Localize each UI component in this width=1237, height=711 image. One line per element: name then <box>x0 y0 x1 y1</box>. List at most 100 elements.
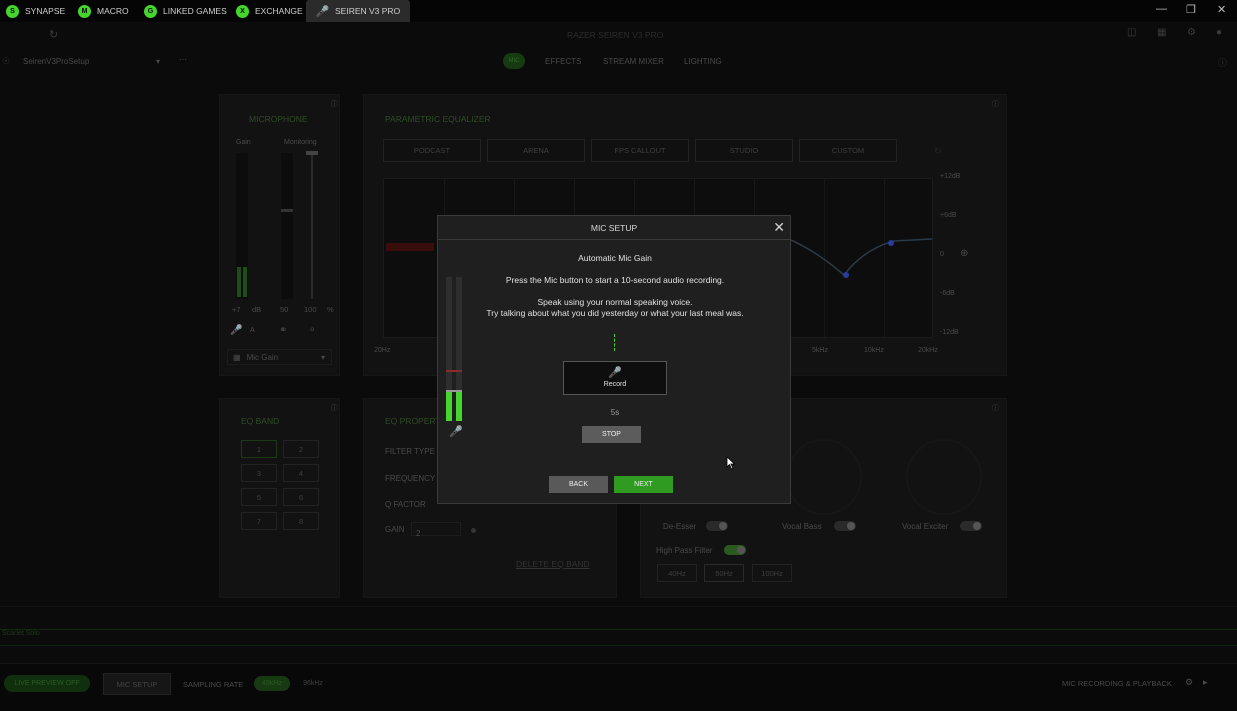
subnav-mic[interactable]: MIC <box>503 53 525 69</box>
tab-exchange[interactable]: X EXCHANGE <box>232 0 303 22</box>
mix-unit: % <box>327 305 334 314</box>
stop-button[interactable]: STOP <box>582 426 641 443</box>
tab-macro[interactable]: M MACRO <box>74 0 129 22</box>
mix-slider[interactable] <box>311 153 313 299</box>
reset-icon[interactable]: ↻ <box>934 146 942 157</box>
close-icon[interactable]: ✕ <box>773 220 785 234</box>
restore-icon[interactable]: ❐ <box>1186 3 1196 16</box>
chevron-down-icon[interactable]: ▾ <box>156 57 160 66</box>
user-avatar[interactable]: ● <box>1216 27 1222 38</box>
tip-text-1: Speak using your normal speaking voice. <box>537 297 693 307</box>
subnav-effects[interactable]: EFFECTS <box>545 57 581 66</box>
gain-level-left <box>237 267 241 297</box>
countdown-text: 5s <box>610 408 620 417</box>
eq-band-5[interactable]: 5 <box>241 488 277 506</box>
monitoring-slider[interactable] <box>281 153 293 299</box>
microphone-panel: MICROPHONE Gain Monitoring +7 dB 50 100 … <box>219 94 340 376</box>
eq-band-6[interactable]: 6 <box>283 488 319 506</box>
dialog-title: MIC SETUP <box>590 222 638 233</box>
hp-option-40hz[interactable]: 40Hz <box>657 564 697 582</box>
help-icon[interactable]: ⓘ <box>1218 56 1227 69</box>
subnav-lighting[interactable]: LIGHTING <box>684 57 722 66</box>
info-icon[interactable]: ⓘ <box>331 403 338 413</box>
eq-title: PARAMETRIC EQUALIZER <box>385 114 491 124</box>
info-icon[interactable]: ⓘ <box>992 403 999 413</box>
vocal-exciter-toggle[interactable] <box>960 521 982 531</box>
device-icon: ☉ <box>2 56 11 66</box>
eq-band-8[interactable]: 8 <box>283 512 319 530</box>
headphones-icon[interactable]: ⚭ <box>279 325 287 336</box>
vocal-bass-toggle[interactable] <box>834 521 856 531</box>
eq-band-4[interactable]: 4 <box>283 464 319 482</box>
vocal-bass-label: Vocal Bass <box>782 522 822 531</box>
mix-slider-handle[interactable] <box>306 151 318 155</box>
apps-grid-icon[interactable]: ▦ <box>1157 27 1166 38</box>
next-button[interactable]: NEXT <box>614 476 673 493</box>
refresh-icon[interactable]: ↻ <box>49 28 58 41</box>
preset-studio[interactable]: STUDIO <box>695 139 793 162</box>
close-window-icon[interactable]: ✕ <box>1217 3 1226 16</box>
tab-label: SYNAPSE <box>25 6 66 16</box>
mic-recording-playback-label: MIC RECORDING & PLAYBACK <box>1062 679 1172 688</box>
eq-band-7[interactable]: 7 <box>241 512 277 530</box>
preset-custom[interactable]: CUSTOM <box>799 139 897 162</box>
preset-fps-callout[interactable]: FPS CALLOUT <box>591 139 689 162</box>
eq-band-1[interactable]: 1 <box>241 440 277 458</box>
settings-icon[interactable]: ⚙ <box>1187 27 1196 38</box>
macro-icon: M <box>78 4 91 18</box>
mic-mute-icon[interactable]: 🎤 <box>230 325 242 336</box>
db-label-plus12: +12dB <box>940 173 961 180</box>
waveform-strip: Scarlet Solo <box>0 606 1237 662</box>
high-pass-toggle[interactable] <box>724 545 746 555</box>
microphone-icon: 🎤 <box>449 426 463 438</box>
record-button[interactable]: 🎤 Record <box>563 361 667 395</box>
back-button[interactable]: BACK <box>549 476 608 493</box>
gain-mode-dropdown[interactable]: ▦ Mic Gain ▾ <box>227 349 332 365</box>
hp-option-100hz[interactable]: 100Hz <box>752 564 792 582</box>
preset-podcast[interactable]: PODCAST <box>383 139 481 162</box>
db-label-minus6: -6dB <box>940 290 955 297</box>
gain-level-right <box>243 267 247 297</box>
hp-option-50hz[interactable]: 50Hz <box>704 564 744 582</box>
tab-seiren-v3-pro[interactable]: 🎤 SEIREN V3 PRO <box>306 0 411 22</box>
live-preview-button[interactable]: LIVE PREVIEW OFF <box>4 675 90 692</box>
frequency-label: FREQUENCY <box>385 474 436 483</box>
notifications-icon[interactable]: ◫ <box>1127 27 1136 38</box>
record-settings-icon[interactable]: ⚙ <box>1185 677 1193 688</box>
rate-48khz[interactable]: 48kHz <box>254 676 290 691</box>
mic-setup-button[interactable]: MIC SETUP <box>103 673 171 695</box>
info-icon[interactable]: ⓘ <box>992 99 999 109</box>
gain-input[interactable]: 2 <box>411 522 461 538</box>
info-icon[interactable]: ⓘ <box>331 99 338 109</box>
minimize-icon[interactable]: — <box>1156 3 1167 15</box>
high-pass-label: High Pass Filter <box>656 546 713 555</box>
add-band-icon[interactable]: ⊕ <box>960 248 968 259</box>
q-factor-label: Q FACTOR <box>385 500 426 509</box>
tab-linked-games[interactable]: G LINKED GAMES <box>140 0 227 22</box>
playback-icon[interactable]: ▸ <box>1203 677 1208 688</box>
eq-band-2[interactable]: 2 <box>283 440 319 458</box>
tab-synapse[interactable]: S SYNAPSE <box>2 0 65 22</box>
subnav-stream-mixer[interactable]: STREAM MIXER <box>603 57 664 66</box>
eq-band-3[interactable]: 3 <box>241 464 277 482</box>
tab-label: SEIREN V3 PRO <box>335 6 401 16</box>
tab-label: MACRO <box>97 6 129 16</box>
de-esser-toggle[interactable] <box>706 521 728 531</box>
gain-slider-handle[interactable] <box>471 528 476 533</box>
dialog-heading: Automatic Mic Gain <box>578 253 652 263</box>
monitoring-slider-handle[interactable] <box>281 209 293 212</box>
delete-eq-band-link[interactable]: DELETE EQ BAND <box>516 559 590 569</box>
mouse-cursor <box>726 456 736 470</box>
vocal-bass-knob[interactable] <box>786 439 862 515</box>
rate-96khz[interactable]: 96kHz <box>293 676 333 691</box>
profile-name[interactable]: SeirenV3ProSetup <box>23 57 89 66</box>
dropdown-value: Mic Gain <box>246 352 279 362</box>
mic-setup-dialog: MIC SETUP ✕ Automatic Mic Gain Press the… <box>437 215 791 504</box>
ear-icon[interactable]: ⚬ <box>308 325 316 336</box>
sampling-rate-label: SAMPLING RATE <box>183 680 244 689</box>
more-options-icon[interactable]: ⋯ <box>179 55 187 64</box>
preset-arena[interactable]: ARENA <box>487 139 585 162</box>
gain-unit: dB <box>252 305 262 314</box>
vocal-exciter-knob[interactable] <box>906 439 982 515</box>
mode-label[interactable]: A <box>250 327 255 334</box>
